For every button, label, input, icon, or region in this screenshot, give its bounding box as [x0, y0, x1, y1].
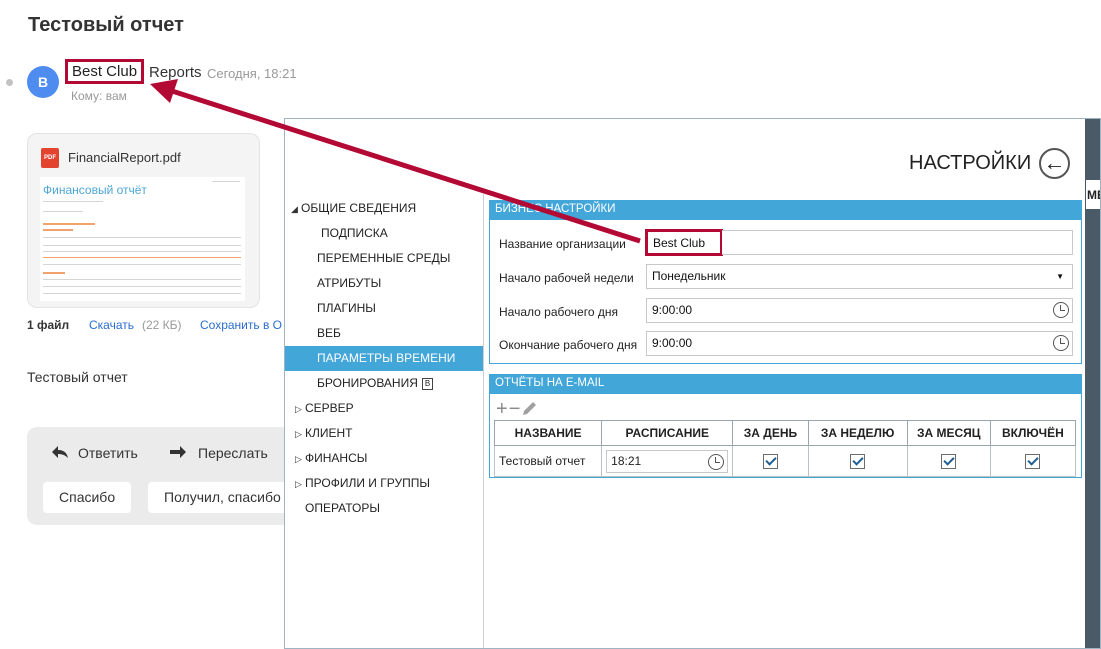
col-month[interactable]: ЗА МЕСЯЦ: [906, 420, 991, 446]
business-settings-header: БИЗНЕС НАСТРОЙКИ: [489, 200, 1082, 219]
business-settings-panel: Название организации Best Club Начало ра…: [489, 219, 1082, 364]
preview-title: Финансовый отчёт: [43, 183, 147, 197]
reply-panel: Ответить Переслать Спасибо Получил, спас…: [27, 427, 297, 525]
nav-time-params[interactable]: ПАРАМЕТРЫ ВРЕМЕНИ: [285, 346, 483, 371]
collapsed-triangle-icon: ▷: [295, 454, 302, 464]
forward-icon: [170, 446, 186, 458]
nav-web[interactable]: ВЕБ: [317, 321, 341, 346]
col-schedule[interactable]: РАСПИСАНИЕ: [601, 420, 734, 446]
collapsed-triangle-icon: ▷: [295, 404, 302, 414]
nav-operators[interactable]: ОПЕРАТОРЫ: [305, 496, 380, 521]
nav-divider: [483, 194, 484, 648]
email-subject: Тестовый отчет: [28, 14, 184, 36]
email-body: Тестовый отчет: [27, 369, 128, 385]
download-link[interactable]: Скачать: [89, 318, 134, 332]
enabled-checkbox[interactable]: [1025, 453, 1041, 469]
recipient-line: Кому: вам: [71, 89, 127, 103]
org-name-input[interactable]: Best Club: [645, 229, 723, 256]
bookings-badge: B: [421, 378, 434, 390]
col-enabled[interactable]: ВКЛЮЧЁН: [989, 420, 1077, 446]
nav-profiles-groups[interactable]: ▷ ПРОФИЛИ И ГРУППЫ: [295, 471, 430, 496]
attachment-file-name: FinancialReport.pdf: [68, 150, 181, 165]
settings-window: МЕ НАСТРОЙКИ ← ◢ОБЩИЕ СВЕДЕНИЯ ПОДПИСКА …: [284, 118, 1101, 649]
nav-attributes[interactable]: АТРИБУТЫ: [317, 271, 381, 296]
unread-dot: [6, 79, 13, 86]
right-edge-header: МЕ: [1087, 188, 1100, 202]
schedule-input[interactable]: 18:21: [606, 449, 729, 473]
week-cell: [807, 445, 908, 477]
month-checkbox[interactable]: [941, 453, 957, 469]
collapsed-triangle-icon: ▷: [295, 479, 302, 489]
quick-reply-thanks[interactable]: Спасибо: [43, 482, 132, 513]
forward-button[interactable]: Переслать: [170, 445, 268, 461]
col-week[interactable]: ЗА НЕДЕЛЮ: [807, 420, 908, 446]
table-header-row: НАЗВАНИЕ РАСПИСАНИЕ ЗА ДЕНЬ ЗА НЕДЕЛЮ ЗА…: [493, 420, 1077, 446]
nav-finance[interactable]: ▷ ФИНАНСЫ: [295, 446, 367, 471]
week-start-select[interactable]: Понедельник ▼: [646, 264, 1073, 289]
week-start-label: Начало рабочей недели: [499, 271, 634, 285]
nav-bookings[interactable]: БРОНИРОВАНИЯ B: [317, 371, 434, 396]
attachment-card[interactable]: PDF FinancialReport.pdf Финансовый отчёт: [27, 133, 260, 308]
download-size: (22 КБ): [142, 318, 182, 332]
col-name[interactable]: НАЗВАНИЕ: [493, 420, 603, 446]
expanded-triangle-icon: ◢: [291, 204, 298, 214]
report-name-cell[interactable]: Тестовый отчет: [493, 445, 603, 477]
forward-label: Переслать: [198, 445, 268, 461]
edit-pencil-icon[interactable]: [522, 401, 537, 416]
attachment-preview: Финансовый отчёт: [40, 177, 245, 301]
back-button[interactable]: ←: [1039, 148, 1070, 179]
save-to-cloud-link[interactable]: Сохранить в О: [200, 318, 282, 332]
add-icon[interactable]: +: [496, 398, 508, 420]
arrow-left-icon: ←: [1043, 150, 1066, 175]
collapsed-triangle-icon: ▷: [295, 429, 302, 439]
report-schedule-cell[interactable]: 18:21: [601, 445, 734, 477]
nav-plugins[interactable]: ПЛАГИНЫ: [317, 296, 376, 321]
month-cell: [906, 445, 991, 477]
nav-client[interactable]: ▷ КЛИЕНТ: [295, 421, 353, 446]
org-name-label: Название организации: [499, 237, 626, 251]
quick-reply-received[interactable]: Получил, спасибо: [148, 482, 297, 513]
email-reports-header: ОТЧЁТЫ НА E-MAIL: [489, 374, 1082, 393]
table-row[interactable]: Тестовый отчет 18:21: [493, 445, 1077, 477]
day-end-input[interactable]: 9:00:00: [646, 331, 1073, 356]
week-checkbox[interactable]: [850, 453, 866, 469]
reply-label: Ответить: [78, 445, 138, 461]
sender-name-highlighted[interactable]: Best Club: [65, 59, 145, 84]
clock-icon[interactable]: [708, 453, 725, 470]
nav-environment-vars[interactable]: ПЕРЕМЕННЫЕ СРЕДЫ: [317, 246, 450, 271]
reply-button[interactable]: Ответить: [52, 445, 138, 461]
clock-icon[interactable]: [1053, 302, 1069, 318]
email-reports-table: НАЗВАНИЕ РАСПИСАНИЕ ЗА ДЕНЬ ЗА НЕДЕЛЮ ЗА…: [493, 420, 1077, 477]
nav-general[interactable]: ◢ ОБЩИЕ СВЕДЕНИЯ: [291, 196, 416, 221]
day-start-input[interactable]: 9:00:00: [646, 298, 1073, 323]
dropdown-arrow-icon: ▼: [1056, 272, 1064, 281]
day-checkbox[interactable]: [762, 453, 778, 469]
nav-server[interactable]: ▷ СЕРВЕР: [295, 396, 354, 421]
sender-name-rest[interactable]: Reports: [149, 64, 202, 81]
day-cell: [732, 445, 809, 477]
col-day[interactable]: ЗА ДЕНЬ: [732, 420, 809, 446]
sender-avatar[interactable]: B: [27, 66, 59, 98]
enabled-cell: [989, 445, 1077, 477]
remove-icon[interactable]: −: [509, 398, 521, 420]
clock-icon[interactable]: [1053, 335, 1069, 351]
day-end-label: Окончание рабочего дня: [499, 338, 638, 352]
reply-icon: [52, 446, 68, 458]
day-start-label: Начало рабочего дня: [499, 305, 618, 319]
settings-title: НАСТРОЙКИ: [909, 152, 1032, 174]
pdf-file-icon: PDF: [41, 148, 59, 168]
nav-subscription[interactable]: ПОДПИСКА: [321, 221, 388, 246]
sent-time: Сегодня, 18:21: [207, 66, 297, 81]
reports-toolbar: + −: [496, 399, 537, 419]
files-count: 1 файл: [27, 318, 70, 332]
arrowhead-icon: [150, 79, 178, 103]
